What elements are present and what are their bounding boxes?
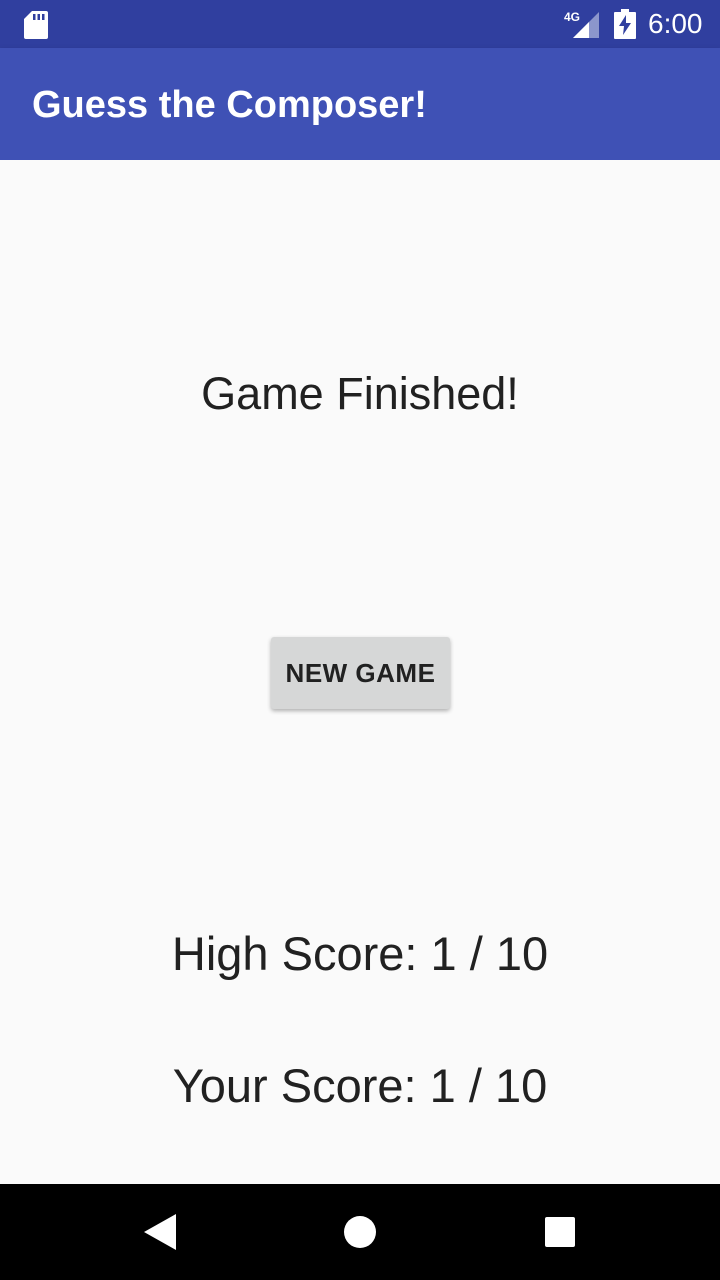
app-bar: Guess the Composer! bbox=[0, 48, 720, 160]
your-score-label: Your Score: 1 / 10 bbox=[172, 1059, 548, 1112]
signal-icon: 4G bbox=[564, 10, 599, 38]
battery-charging-icon bbox=[614, 9, 636, 39]
network-type-label: 4G bbox=[564, 10, 580, 24]
home-icon[interactable] bbox=[344, 1216, 376, 1248]
sd-card-icon bbox=[24, 11, 48, 39]
new-game-button[interactable]: NEW GAME bbox=[271, 637, 450, 709]
game-finished-message: Game Finished! bbox=[201, 368, 519, 419]
app-title: Guess the Composer! bbox=[32, 84, 427, 126]
game-over-screen: Game Finished! NEW GAME High Score: 1 / … bbox=[0, 160, 720, 1184]
recents-icon[interactable] bbox=[545, 1217, 575, 1247]
back-icon[interactable] bbox=[144, 1214, 176, 1250]
high-score-label: High Score: 1 / 10 bbox=[171, 927, 549, 980]
status-bar: 4G 6:00 bbox=[0, 0, 720, 48]
status-clock: 6:00 bbox=[648, 8, 703, 39]
